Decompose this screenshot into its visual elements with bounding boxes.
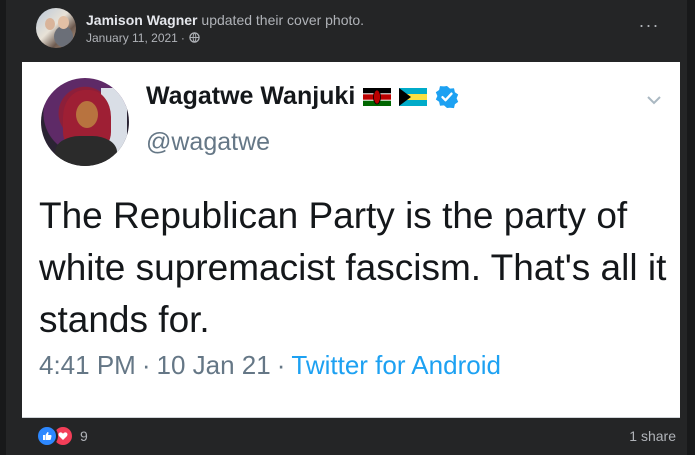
tweet-time: 4:41 PM <box>39 350 136 380</box>
right-gutter <box>687 0 695 455</box>
reaction-count[interactable]: 9 <box>80 428 88 444</box>
author-name[interactable]: Jamison Wagner <box>86 12 198 28</box>
bahamas-flag-icon <box>399 87 428 106</box>
reactions-bar: 9 1 share <box>36 424 676 448</box>
tweet-display-name: Wagatwe Wanjuki <box>146 82 356 110</box>
author-avatar[interactable] <box>36 8 76 48</box>
avatar-face <box>76 101 98 128</box>
header-meta-line: January 11, 2021 · <box>86 31 364 45</box>
tweet-meta-separator-2: · <box>276 350 286 380</box>
tweet-text: The Republican Party is the party of whi… <box>39 195 667 340</box>
tweet-meta: 4:41 PM · 10 Jan 21 · Twitter for Androi… <box>39 350 501 381</box>
post-header-text: Jamison Wagner updated their cover photo… <box>86 12 364 45</box>
share-count[interactable]: 1 share <box>629 428 676 444</box>
globe-icon[interactable] <box>189 32 200 43</box>
tweet-handle: @wagatwe <box>146 128 271 156</box>
avatar-body <box>55 136 117 166</box>
tweet-avatar <box>41 78 129 166</box>
tweet-bottom-divider <box>22 417 680 418</box>
tweet-name-row: Wagatwe Wanjuki <box>146 82 459 111</box>
post-card: Jamison Wagner updated their cover photo… <box>0 0 695 455</box>
tweet-date: 10 Jan 21 <box>156 350 271 380</box>
header-title-line: Jamison Wagner updated their cover photo… <box>86 12 364 28</box>
more-options-button[interactable]: ··· <box>636 14 662 40</box>
date-separator: · <box>180 30 185 45</box>
like-icon[interactable] <box>36 425 58 447</box>
chevron-down-icon <box>647 96 661 105</box>
verified-badge-icon <box>436 85 459 108</box>
left-gutter <box>0 0 6 455</box>
cover-photo[interactable]: Wagatwe Wanjuki @wagatwe The Republican … <box>22 62 680 418</box>
post-action: updated their cover photo. <box>201 11 365 28</box>
post-header: Jamison Wagner updated their cover photo… <box>36 6 364 50</box>
kenya-flag-icon <box>363 87 392 106</box>
tweet-meta-separator: · <box>141 350 151 380</box>
post-date[interactable]: January 11, 2021 <box>86 31 178 45</box>
tweet-source: Twitter for Android <box>291 350 501 380</box>
